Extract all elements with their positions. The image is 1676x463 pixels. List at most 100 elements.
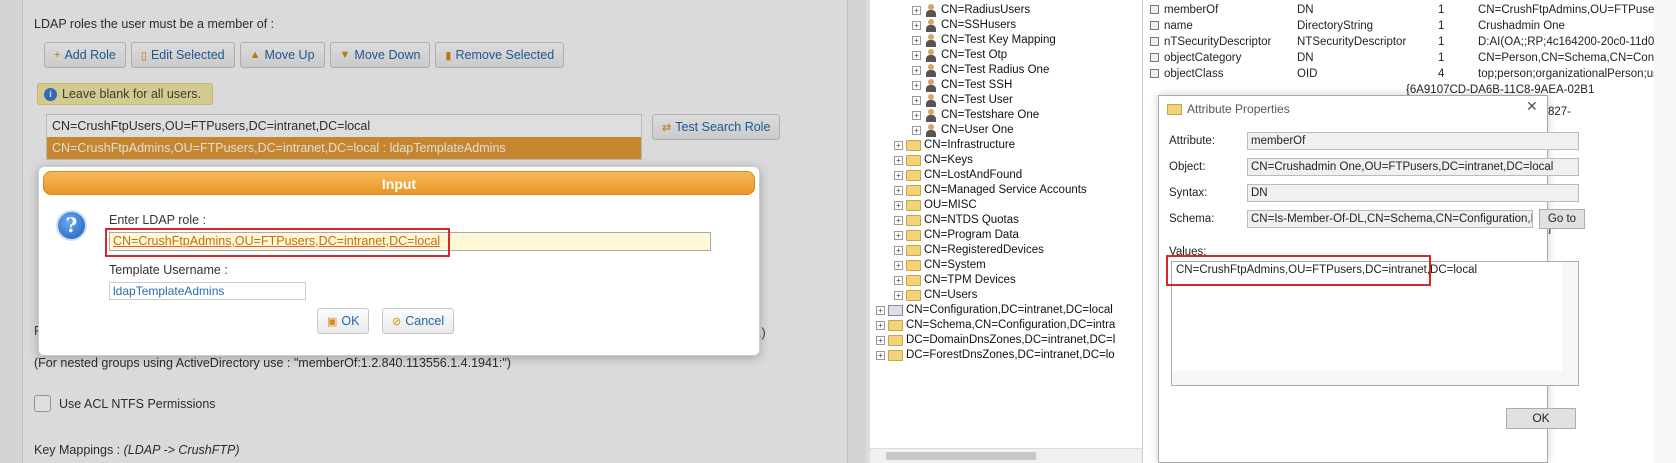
- expand-icon[interactable]: +: [894, 215, 903, 225]
- close-icon[interactable]: ✕: [1526, 98, 1538, 115]
- tree-node[interactable]: + CN=Infrastructure: [894, 137, 1015, 153]
- attribute-count: 1: [1438, 36, 1445, 48]
- attribute-value: Crushadmin One: [1478, 20, 1565, 32]
- expand-icon[interactable]: +: [912, 110, 921, 120]
- question-icon: ?: [56, 210, 87, 241]
- attribute-row[interactable]: nTSecurityDescriptor NTSecurityDescriptor…: [1150, 34, 1676, 50]
- go-to-button[interactable]: Go to: [1539, 209, 1585, 229]
- tree-node[interactable]: + CN=Testshare One: [912, 107, 1039, 123]
- template-username-label: Template Username :: [109, 263, 228, 277]
- expand-icon[interactable]: +: [894, 290, 903, 300]
- values-vertical-scrollbar[interactable]: [1562, 262, 1578, 385]
- expand-icon[interactable]: +: [912, 20, 921, 30]
- config-icon: [888, 304, 903, 316]
- expand-icon[interactable]: +: [912, 65, 921, 75]
- tree-node[interactable]: + CN=RegisteredDevices: [894, 242, 1044, 258]
- attribute-row[interactable]: objectCategory DN 1 CN=Person,CN=Schema,CN=…: [1150, 50, 1676, 66]
- expand-icon[interactable]: +: [912, 35, 921, 45]
- tree-node[interactable]: + CN=Test Key Mapping: [912, 32, 1056, 48]
- attribute-properties-dialog: Attribute Properties ✕ Attribute: member…: [1158, 95, 1585, 463]
- tree-node-label: CN=Configuration,DC=intranet,DC=local: [906, 304, 1113, 316]
- window-scrollbar[interactable]: [1654, 0, 1676, 463]
- tree-node[interactable]: + DC=DomainDnsZones,DC=intranet,DC=l: [876, 332, 1115, 348]
- tree-node[interactable]: + CN=TPM Devices: [894, 272, 1016, 288]
- tree-node[interactable]: + CN=User One: [912, 122, 1014, 138]
- expand-icon[interactable]: +: [912, 125, 921, 135]
- expand-icon[interactable]: +: [912, 95, 921, 105]
- highlight-box: [1166, 255, 1431, 286]
- tree-node-label: CN=LostAndFound: [924, 169, 1023, 181]
- expand-icon[interactable]: +: [876, 350, 885, 360]
- expand-icon[interactable]: +: [894, 275, 903, 285]
- expand-icon[interactable]: +: [894, 230, 903, 240]
- expand-icon[interactable]: +: [894, 140, 903, 150]
- user-icon: [924, 108, 938, 122]
- tree-node[interactable]: + CN=RadiusUsers: [912, 2, 1030, 18]
- attribute-name: memberOf: [1164, 4, 1219, 16]
- tree-node[interactable]: + CN=NTDS Quotas: [894, 212, 1019, 228]
- cancel-button[interactable]: ⊘ Cancel: [382, 308, 455, 334]
- expand-icon[interactable]: +: [894, 245, 903, 255]
- ok-button[interactable]: ▣ OK: [317, 308, 370, 334]
- tree-node[interactable]: + CN=Schema,CN=Configuration,DC=intra: [876, 317, 1115, 333]
- object-field[interactable]: CN=Crushadmin One,OU=FTPusers,DC=intrane…: [1247, 158, 1579, 176]
- expand-icon[interactable]: +: [876, 335, 885, 345]
- tree-node-label: CN=SSHusers: [941, 19, 1017, 31]
- values-horizontal-scrollbar[interactable]: [1172, 371, 1564, 385]
- attribute-icon: [1150, 21, 1159, 30]
- scrollbar-thumb[interactable]: [886, 452, 1036, 460]
- tree-node[interactable]: + CN=System: [894, 257, 986, 273]
- user-icon: [924, 33, 938, 47]
- tree-node[interactable]: + CN=Users: [894, 287, 977, 303]
- template-username-input[interactable]: ldapTemplateAdmins: [109, 282, 306, 300]
- dialog-ok-button[interactable]: OK: [1506, 408, 1576, 429]
- tree-node[interactable]: + CN=Program Data: [894, 227, 1019, 243]
- expand-icon[interactable]: +: [912, 50, 921, 60]
- attribute-value: top;person;organizationalPerson;us: [1478, 68, 1659, 80]
- expand-icon[interactable]: +: [894, 170, 903, 180]
- tree-node[interactable]: + CN=Managed Service Accounts: [894, 182, 1087, 198]
- tree-node[interactable]: + CN=SSHusers: [912, 17, 1016, 33]
- tree-node[interactable]: + CN=Configuration,DC=intranet,DC=local: [876, 302, 1113, 318]
- expand-icon[interactable]: +: [876, 305, 885, 315]
- tree-node[interactable]: + CN=Test SSH: [912, 77, 1012, 93]
- expand-icon[interactable]: +: [876, 320, 885, 330]
- expand-icon[interactable]: +: [912, 5, 921, 15]
- folder-icon: [906, 214, 921, 226]
- adsi-edit-window: + CN=RadiusUsers + CN=SSHusers + CN=Test Key …: [870, 0, 1676, 463]
- tree-node[interactable]: + DC=ForestDnsZones,DC=intranet,DC=lo: [876, 347, 1115, 363]
- tree-horizontal-scrollbar[interactable]: [870, 448, 1142, 463]
- tree-node-label: CN=Keys: [924, 154, 973, 166]
- attribute-count: 1: [1438, 20, 1445, 32]
- dialog-title[interactable]: Input: [43, 171, 755, 195]
- tree-node[interactable]: + OU=MISC: [894, 197, 977, 213]
- expand-icon[interactable]: +: [912, 80, 921, 90]
- attribute-count: 4: [1438, 68, 1445, 80]
- syntax-field[interactable]: DN: [1247, 184, 1579, 202]
- expand-icon[interactable]: +: [894, 200, 903, 210]
- tree-node[interactable]: + CN=Test User: [912, 92, 1013, 108]
- attribute-syntax: DN: [1297, 52, 1314, 64]
- attribute-name: nTSecurityDescriptor: [1164, 36, 1272, 48]
- tree-node[interactable]: + CN=Keys: [894, 152, 973, 168]
- folder-icon: [888, 349, 903, 361]
- tree-node[interactable]: + CN=LostAndFound: [894, 167, 1022, 183]
- tree-node-label: CN=Managed Service Accounts: [924, 184, 1087, 196]
- attribute-name: objectClass: [1164, 68, 1224, 80]
- attribute-field[interactable]: memberOf: [1247, 132, 1579, 150]
- tree-node[interactable]: + CN=Test Radius One: [912, 62, 1049, 78]
- expand-icon[interactable]: +: [894, 260, 903, 270]
- tree-node-label: CN=RadiusUsers: [941, 4, 1031, 16]
- tree-node-label: CN=TPM Devices: [924, 274, 1016, 286]
- attribute-row[interactable]: memberOf DN 1 CN=CrushFtpAdmins,OU=FTPusers: [1150, 2, 1676, 18]
- schema-field[interactable]: CN=Is-Member-Of-DL,CN=Schema,CN=Configur…: [1247, 210, 1533, 228]
- attribute-row[interactable]: objectClass OID 4 top;person;organizational…: [1150, 66, 1676, 82]
- attribute-row[interactable]: name DirectoryString 1 Crushadmin One: [1150, 18, 1676, 34]
- tree-node[interactable]: + CN=Test Otp: [912, 47, 1007, 63]
- folder-icon: [1167, 103, 1182, 115]
- expand-icon[interactable]: +: [894, 155, 903, 165]
- tree-node-label: CN=Test Key Mapping: [941, 34, 1056, 46]
- user-icon: [924, 93, 938, 107]
- attribute-syntax: OID: [1297, 68, 1318, 80]
- expand-icon[interactable]: +: [894, 185, 903, 195]
